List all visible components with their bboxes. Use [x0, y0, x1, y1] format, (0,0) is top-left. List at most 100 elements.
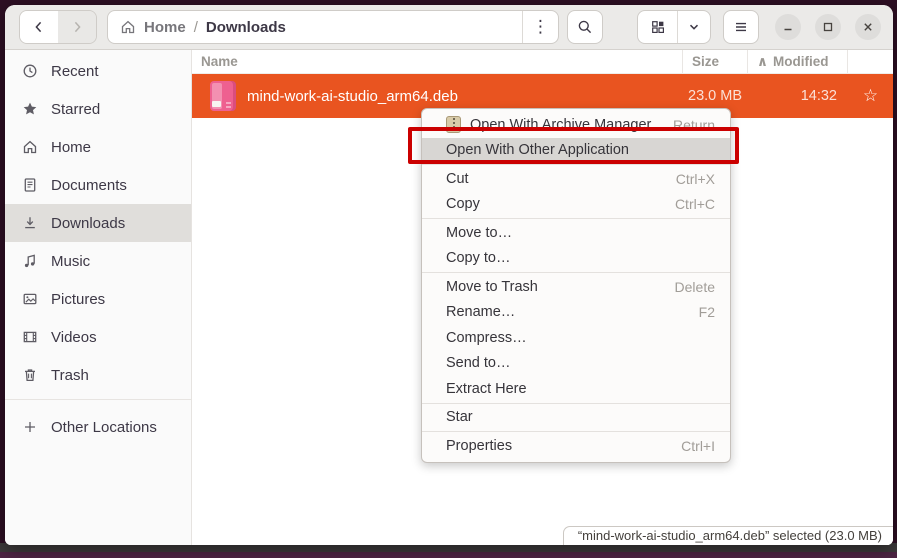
- menu-item-label: Send to…: [446, 355, 715, 371]
- sidebar-label: Documents: [51, 177, 127, 194]
- sidebar-item-recent[interactable]: Recent: [5, 52, 191, 90]
- close-button[interactable]: [855, 14, 881, 40]
- column-label: Modified: [773, 54, 829, 69]
- file-name: mind-work-ai-studio_arm64.deb: [247, 88, 458, 105]
- sidebar-label: Other Locations: [51, 419, 157, 436]
- sidebar-item-downloads[interactable]: Downloads: [5, 204, 191, 242]
- forward-icon: [69, 19, 85, 35]
- sidebar-label: Downloads: [51, 215, 125, 232]
- sidebar-item-music[interactable]: Music: [5, 242, 191, 280]
- breadcrumb: Home / Downloads: [108, 19, 522, 36]
- film-icon: [21, 329, 38, 345]
- back-button[interactable]: [20, 11, 58, 43]
- minimize-button[interactable]: [775, 14, 801, 40]
- chevron-down-icon: [687, 20, 701, 34]
- star-icon: [21, 101, 38, 117]
- sidebar-item-videos[interactable]: Videos: [5, 318, 191, 356]
- window-controls: [775, 14, 881, 40]
- download-icon: [21, 215, 38, 231]
- sort-ascending-icon: ∧: [757, 54, 768, 70]
- menu-item-shortcut: F2: [699, 304, 715, 320]
- menu-item-move-to[interactable]: Move to…: [422, 220, 730, 246]
- home-icon: [120, 19, 136, 35]
- hamburger-menu-button[interactable]: [723, 10, 759, 44]
- sidebar-item-documents[interactable]: Documents: [5, 166, 191, 204]
- search-button[interactable]: [567, 10, 603, 44]
- breadcrumb-root[interactable]: Home: [144, 19, 186, 36]
- menu-item-shortcut: Ctrl+C: [675, 196, 715, 212]
- menu-item-shortcut: Delete: [675, 279, 715, 295]
- menu-item-label: Move to Trash: [446, 279, 675, 295]
- breadcrumb-current[interactable]: Downloads: [206, 19, 286, 36]
- path-bar: Home / Downloads ⋮: [107, 10, 559, 44]
- menu-item-label: Compress…: [446, 330, 715, 346]
- sidebar-label: Starred: [51, 101, 100, 118]
- sidebar-label: Pictures: [51, 291, 105, 308]
- menu-separator: [422, 164, 730, 165]
- grid-view-icon: [650, 19, 666, 35]
- minimize-icon: [782, 21, 794, 33]
- menu-separator: [422, 218, 730, 219]
- close-icon: [862, 21, 874, 33]
- menu-item-copy-to[interactable]: Copy to…: [422, 246, 730, 272]
- menu-item-cut[interactable]: Cut Ctrl+X: [422, 166, 730, 192]
- menu-item-extract-here[interactable]: Extract Here: [422, 376, 730, 402]
- status-bar: “mind-work-ai-studio_arm64.deb” selected…: [563, 526, 893, 545]
- document-icon: [21, 177, 38, 193]
- column-header-size[interactable]: Size: [683, 50, 748, 73]
- menu-item-move-to-trash[interactable]: Move to Trash Delete: [422, 274, 730, 300]
- menu-item-label: Properties: [446, 438, 681, 454]
- desktop-background: [0, 552, 897, 558]
- menu-item-copy[interactable]: Copy Ctrl+C: [422, 192, 730, 218]
- forward-button[interactable]: [58, 11, 96, 43]
- sidebar-item-pictures[interactable]: Pictures: [5, 280, 191, 318]
- menu-item-label: Star: [446, 409, 715, 425]
- sidebar-label: Trash: [51, 367, 89, 384]
- menu-item-label: Move to…: [446, 225, 715, 241]
- file-size: 23.0 MB: [683, 88, 748, 104]
- column-label: Size: [692, 54, 719, 69]
- menu-item-label: Copy to…: [446, 250, 715, 266]
- menu-item-send-to[interactable]: Send to…: [422, 351, 730, 377]
- home-icon: [21, 139, 38, 155]
- breadcrumb-separator: /: [194, 19, 198, 36]
- sidebar-item-trash[interactable]: Trash: [5, 356, 191, 394]
- menu-item-label: Rename…: [446, 304, 699, 320]
- star-toggle-icon[interactable]: ☆: [848, 86, 893, 106]
- annotation-highlight-box: [408, 127, 739, 164]
- sidebar-label: Music: [51, 253, 90, 270]
- menu-item-properties[interactable]: Properties Ctrl+I: [422, 433, 730, 459]
- sidebar-label: Videos: [51, 329, 97, 346]
- sidebar-item-home[interactable]: Home: [5, 128, 191, 166]
- column-header-star[interactable]: [848, 50, 893, 73]
- sidebar-item-starred[interactable]: Starred: [5, 90, 191, 128]
- clock-icon: [21, 63, 38, 79]
- search-icon: [577, 19, 593, 35]
- menu-item-compress[interactable]: Compress…: [422, 325, 730, 351]
- grid-view-button[interactable]: [638, 11, 678, 43]
- sidebar: Recent Starred Home Documents: [5, 50, 192, 545]
- files-window: Home / Downloads ⋮: [5, 5, 893, 545]
- menu-separator: [422, 272, 730, 273]
- menu-separator: [422, 403, 730, 404]
- view-toggle-split-button: [637, 10, 711, 44]
- sidebar-item-other-locations[interactable]: Other Locations: [5, 408, 191, 446]
- column-header-name[interactable]: Name: [192, 50, 683, 73]
- menu-item-star[interactable]: Star: [422, 405, 730, 431]
- sidebar-label: Recent: [51, 63, 99, 80]
- kebab-menu-icon: ⋮: [532, 17, 549, 37]
- menu-item-label: Cut: [446, 171, 676, 187]
- view-options-dropdown[interactable]: [678, 11, 710, 43]
- column-header-modified[interactable]: ∧ Modified: [748, 50, 848, 73]
- menu-separator: [422, 431, 730, 432]
- menu-item-shortcut: Ctrl+I: [681, 438, 715, 454]
- navigation-buttons: [19, 10, 97, 44]
- menu-item-rename[interactable]: Rename… F2: [422, 300, 730, 326]
- path-options-button[interactable]: ⋮: [522, 11, 558, 43]
- menu-item-label: Extract Here: [446, 381, 715, 397]
- list-header: Name Size ∧ Modified: [192, 50, 893, 74]
- header-bar: Home / Downloads ⋮: [5, 5, 893, 50]
- picture-icon: [21, 291, 38, 307]
- maximize-button[interactable]: [815, 14, 841, 40]
- sidebar-separator: [5, 399, 191, 400]
